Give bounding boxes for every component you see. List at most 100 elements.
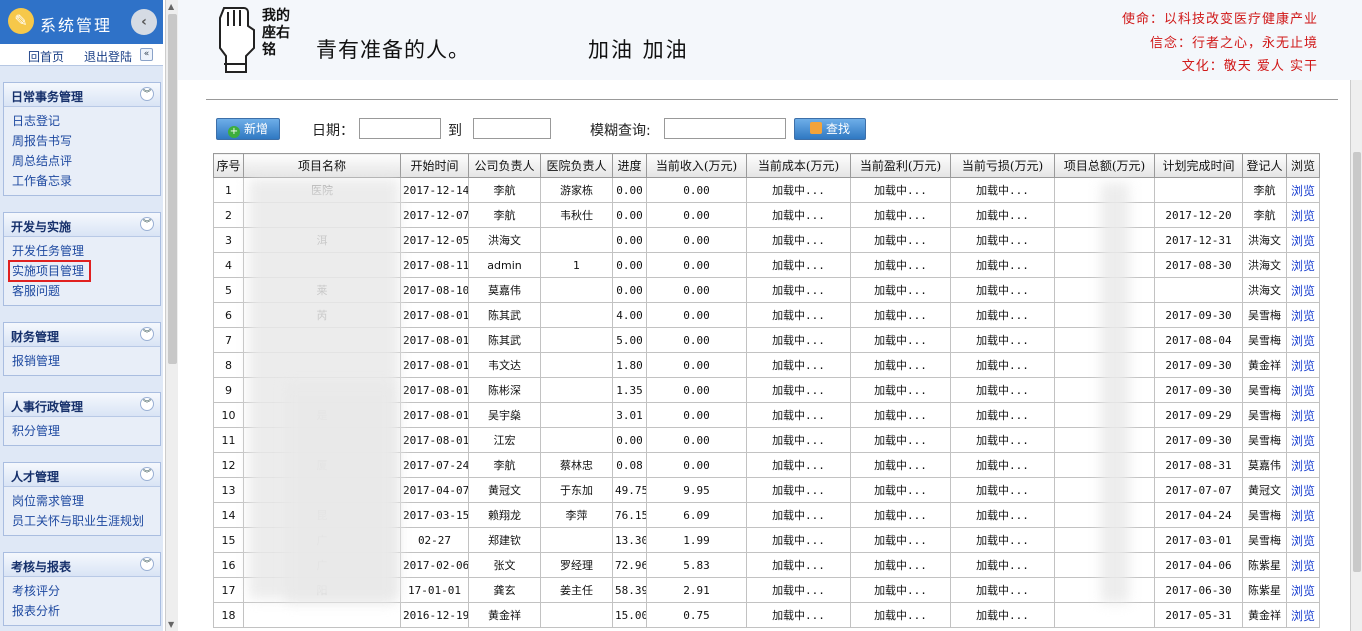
sidebar-item-scoring[interactable]: 考核评分 (12, 581, 160, 601)
menu-group-hr: 人事行政管理 ︾ 积分管理 (3, 392, 161, 446)
table-cell (1054, 302, 1155, 328)
double-chevron-left-icon[interactable]: « (140, 48, 153, 61)
menu-head[interactable]: 人才管理 ︾ (4, 463, 160, 487)
sidebar-item-reports[interactable]: 报表分析 (12, 601, 160, 621)
date-from-input[interactable] (359, 118, 441, 139)
table-cell: 吴雪梅 (1242, 377, 1287, 403)
logout-link[interactable]: 退出登陆 (84, 48, 132, 65)
view-link[interactable]: 浏览 (1286, 202, 1320, 228)
table-cell: 0.00 (612, 252, 647, 278)
view-link[interactable]: 浏览 (1286, 527, 1320, 553)
view-link[interactable]: 浏览 (1286, 327, 1320, 353)
table-cell (1154, 177, 1243, 203)
view-link[interactable]: 浏览 (1286, 577, 1320, 603)
project-table: 序号 项目名称 开始时间 公司负责人 医院负责人 进度 当前收入(万元) 当前成本(万元) 当前… (213, 153, 1320, 628)
table-cell: 0.75 (646, 602, 747, 628)
menu-head[interactable]: 人事行政管理 ︾ (4, 393, 160, 417)
menu-head[interactable]: 考核与报表 ︾ (4, 553, 160, 577)
table-cell: 陈彬深 (468, 377, 541, 403)
search-button-label: 查找 (825, 122, 850, 136)
view-link[interactable]: 浏览 (1286, 252, 1320, 278)
table-cell: 加载中... (850, 602, 951, 628)
table-cell: 0.00 (646, 352, 747, 378)
table-cell: 4.00 (612, 302, 647, 328)
collapse-sidebar-button[interactable]: ‹ (131, 9, 157, 35)
home-link[interactable]: 回首页 (28, 48, 64, 65)
view-link[interactable]: 浏览 (1286, 477, 1320, 503)
table-cell: 76.15 (612, 502, 647, 528)
view-link[interactable]: 浏览 (1286, 502, 1320, 528)
table-row: 18 2016-12-19 黄金祥 15.00 0.75 加载中... 加载中... 加载中.… (213, 602, 1320, 628)
table-cell: 加载中... (746, 252, 851, 278)
table-cell: 5.00 (612, 327, 647, 353)
table-cell: 加载中... (950, 502, 1055, 528)
view-link[interactable]: 浏览 (1286, 452, 1320, 478)
fuzzy-search-input[interactable] (664, 118, 786, 139)
main-scroll-thumb[interactable] (1353, 152, 1361, 572)
table-cell (540, 527, 613, 553)
sidebar-item-career[interactable]: 员工关怀与职业生涯规划 (12, 511, 160, 531)
view-link[interactable]: 浏览 (1286, 352, 1320, 378)
menu-group-talent: 人才管理 ︾ 岗位需求管理 员工关怀与职业生涯规划 (3, 462, 161, 536)
table-row: 13 2017-04-07 黄冠文 于东加 49.75 9.95 加载中... 加载中... 加… (213, 477, 1320, 503)
sidebar-scroll-thumb[interactable] (168, 14, 177, 364)
table-cell: 龚玄 (468, 577, 541, 603)
view-link[interactable]: 浏览 (1286, 377, 1320, 403)
table-cell: 加载中... (850, 477, 951, 503)
chevron-down-icon[interactable]: ︾ (140, 397, 154, 411)
chevron-down-icon[interactable]: ︾ (140, 467, 154, 481)
menu-head[interactable]: 日常事务管理 ︾ (4, 83, 160, 107)
table-cell (243, 327, 401, 353)
table-cell: 加载中... (746, 552, 851, 578)
view-link[interactable]: 浏览 (1286, 402, 1320, 428)
column-header: 当前盈利(万元) (850, 153, 951, 178)
add-button[interactable]: + 新增 (216, 118, 280, 140)
chevron-down-icon[interactable]: ︾ (140, 217, 154, 231)
table-cell: 2.91 (646, 577, 747, 603)
view-link[interactable]: 浏览 (1286, 277, 1320, 303)
table-row: 11 2017-08-01 江宏 0.00 0.00 加载中... 加载中... 加载中...… (213, 427, 1320, 453)
chevron-down-icon[interactable]: ︾ (140, 87, 154, 101)
scroll-down-icon[interactable]: ▼ (168, 620, 174, 629)
view-link[interactable]: 浏览 (1286, 552, 1320, 578)
view-link[interactable]: 浏览 (1286, 602, 1320, 628)
view-link[interactable]: 浏览 (1286, 427, 1320, 453)
sidebar-item-dev-tasks[interactable]: 开发任务管理 (12, 241, 160, 261)
menu-head-label: 财务管理 (11, 330, 60, 344)
table-cell: 2017-08-01 (400, 377, 469, 403)
table-cell: 江宏 (468, 427, 541, 453)
sidebar-item-positions[interactable]: 岗位需求管理 (12, 491, 160, 511)
sidebar-item-log[interactable]: 日志登记 (12, 111, 160, 131)
column-header: 公司负责人 (468, 153, 541, 178)
view-link[interactable]: 浏览 (1286, 227, 1320, 253)
table-cell: 加载中... (850, 502, 951, 528)
main-scrollbar[interactable] (1350, 80, 1362, 631)
sidebar-item-expense[interactable]: 报销管理 (12, 351, 160, 371)
table-row: 3 洱 2017-12-05 洪海文 0.00 0.00 加载中... 加载中... 加载中..… (213, 227, 1320, 253)
sidebar-item-projects[interactable]: 实施项目管理 (7, 260, 92, 282)
table-cell: 加载中... (746, 227, 851, 253)
table-cell: 2017-06-30 (1154, 577, 1243, 603)
sidebar-scrollbar[interactable]: ▲ ▼ (165, 0, 178, 631)
table-cell: 17-01-01 (400, 577, 469, 603)
chevron-down-icon[interactable]: ︾ (140, 327, 154, 341)
sidebar-item-points[interactable]: 积分管理 (12, 421, 160, 441)
table-cell (540, 352, 613, 378)
search-button[interactable]: 查找 (794, 118, 866, 140)
table-cell: 加载中... (850, 577, 951, 603)
sidebar-item-memo[interactable]: 工作备忘录 (12, 171, 160, 191)
table-cell (243, 352, 401, 378)
sidebar-item-support[interactable]: 客服问题 (12, 281, 160, 301)
sidebar-item-weekly-review[interactable]: 周总结点评 (12, 151, 160, 171)
scroll-up-icon[interactable]: ▲ (168, 2, 174, 11)
table-cell (540, 427, 613, 453)
table-cell: 加载中... (746, 402, 851, 428)
menu-head[interactable]: 开发与实施 ︾ (4, 213, 160, 237)
menu-head[interactable]: 财务管理 ︾ (4, 323, 160, 347)
view-link[interactable]: 浏览 (1286, 302, 1320, 328)
sidebar-header: ✎ 系统管理 ‹ (0, 0, 163, 44)
view-link[interactable]: 浏览 (1286, 177, 1320, 203)
date-to-input[interactable] (473, 118, 551, 139)
sidebar-item-weekly-report[interactable]: 周报告书写 (12, 131, 160, 151)
chevron-down-icon[interactable]: ︾ (140, 557, 154, 571)
